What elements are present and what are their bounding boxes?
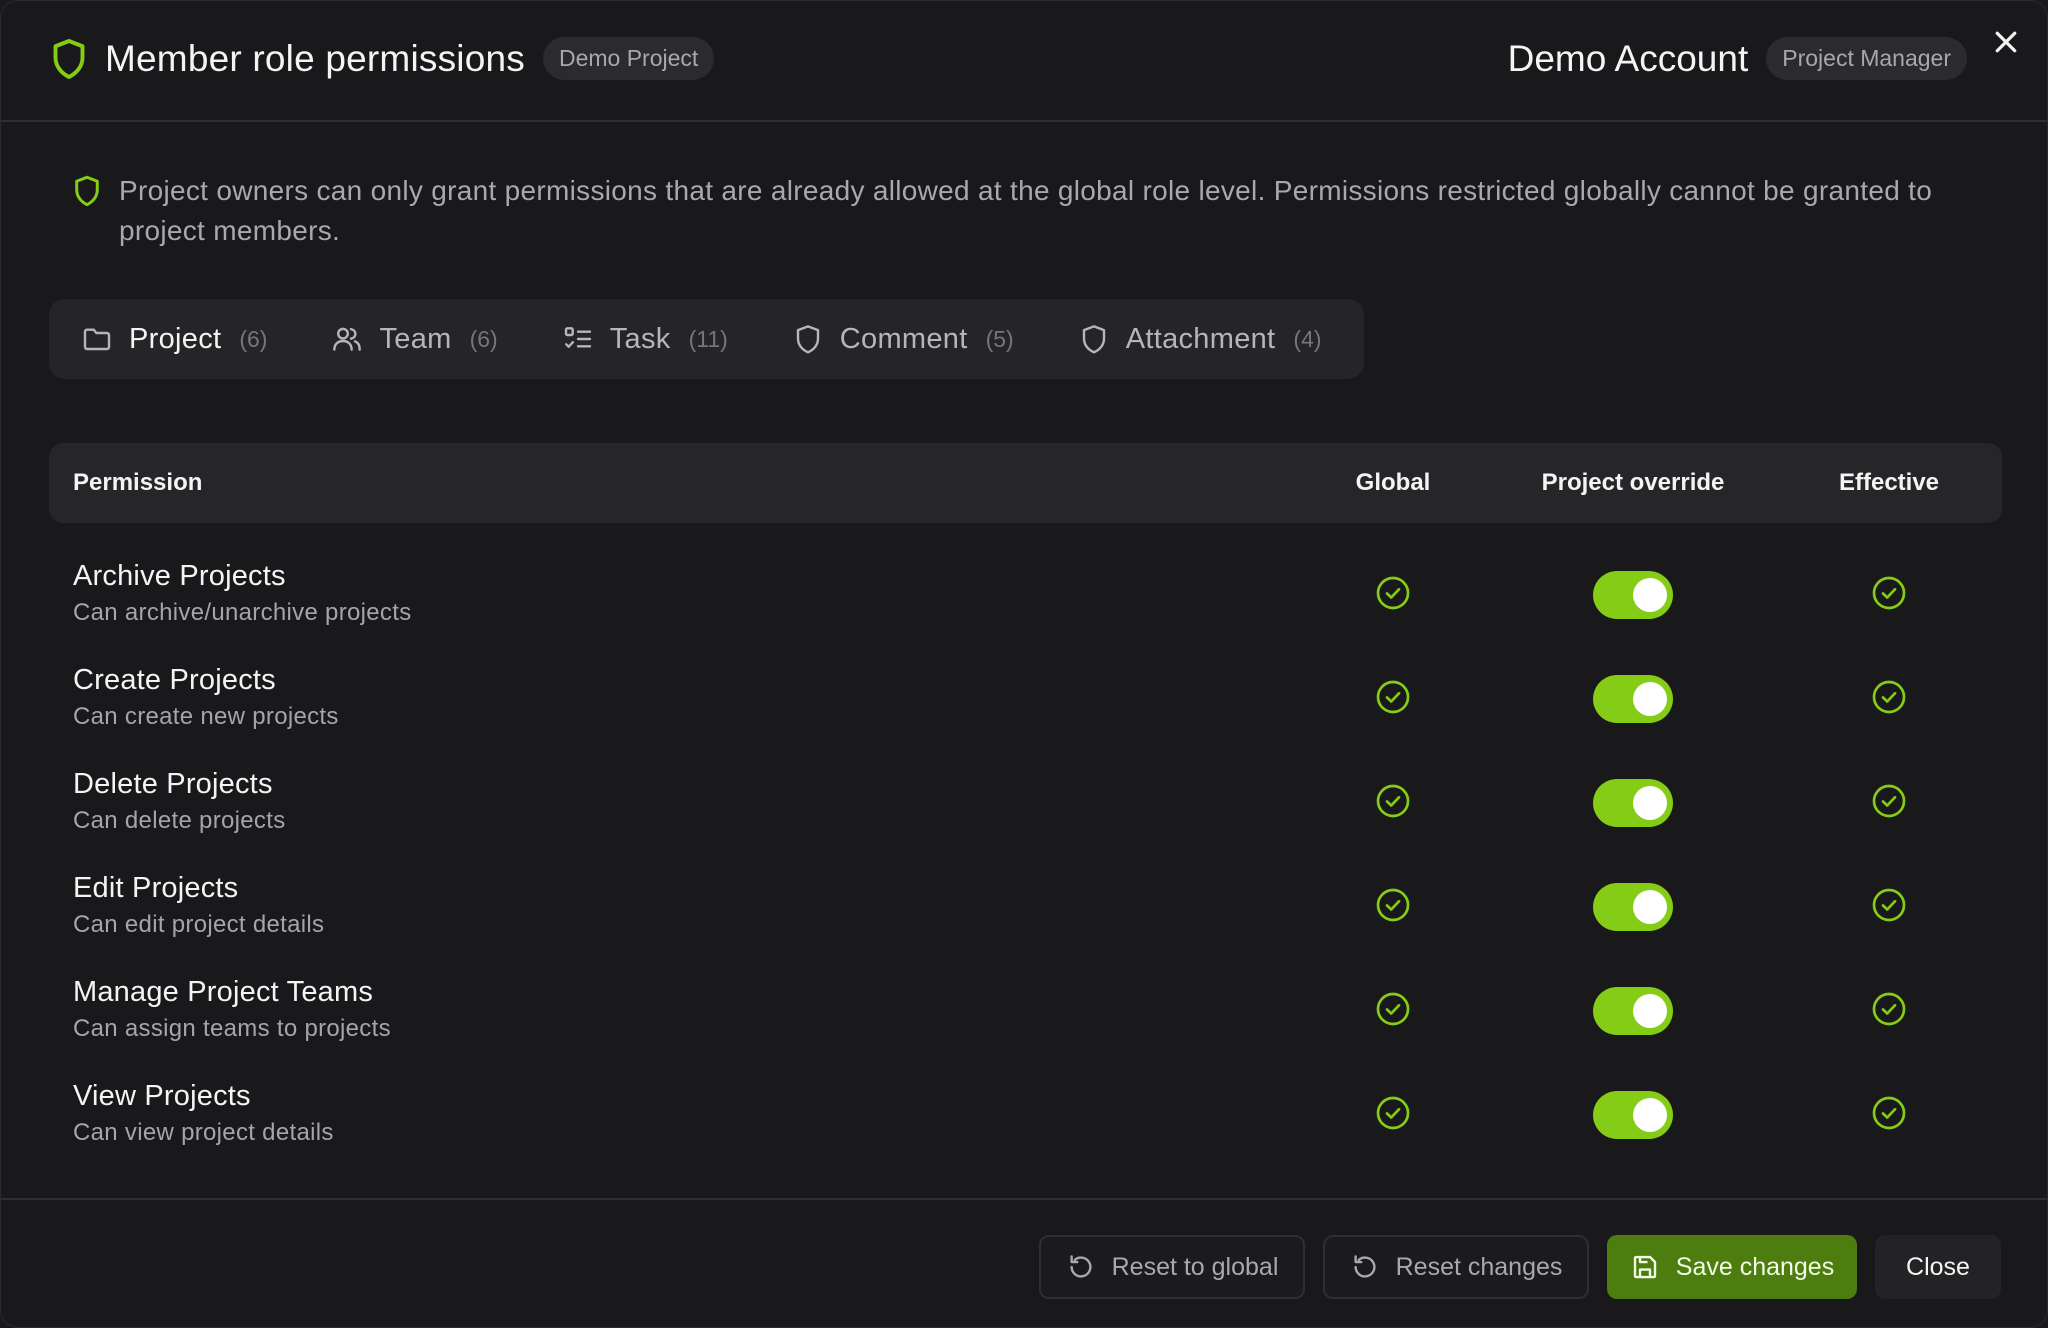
permission-description: Can delete projects <box>73 807 286 834</box>
close-label: Close <box>1906 1252 1970 1281</box>
save-changes-label: Save changes <box>1675 1252 1835 1281</box>
permission-name: Archive Projects <box>73 560 286 592</box>
effective-check-icon <box>1871 887 1907 923</box>
folder-icon <box>83 328 111 351</box>
dialog-header: Member role permissions Demo Project Dem… <box>1 1 2047 122</box>
close-button[interactable]: Close <box>1875 1235 2001 1299</box>
project-override-toggle[interactable] <box>1593 1091 1673 1139</box>
tab-label: Team <box>379 322 452 355</box>
save-changes-button[interactable]: Save changes <box>1607 1235 1857 1299</box>
effective-check-icon <box>1871 783 1907 819</box>
save-icon <box>1633 1255 1656 1279</box>
effective-check-icon <box>1871 575 1907 611</box>
project-badge: Demo Project <box>542 37 715 80</box>
table-row: Create Projects Can create new projects <box>49 645 2002 749</box>
table-header: Permission Global Project override Effec… <box>49 443 2002 523</box>
column-header-override: Project override <box>1541 469 1725 496</box>
tab-project[interactable]: Project (6) <box>81 323 267 356</box>
dialog-title: Member role permissions <box>105 37 525 79</box>
table-row: Delete Projects Can delete projects <box>49 749 2002 853</box>
permission-description: Can edit project details <box>73 911 325 938</box>
reset-changes-label: Reset changes <box>1395 1252 1563 1281</box>
info-text: Project owners can only grant permission… <box>119 175 1933 246</box>
toggle-knob <box>1633 890 1667 924</box>
toggle-knob <box>1633 786 1667 820</box>
dialog-footer: Reset to global Reset changes Save chang… <box>1 1198 2047 1327</box>
global-check-icon <box>1375 783 1411 819</box>
global-check-icon <box>1375 575 1411 611</box>
column-header-global: Global <box>1355 469 1431 496</box>
tab-count: (5) <box>985 325 1014 352</box>
tab-label: Attachment <box>1125 322 1276 355</box>
shield-icon <box>75 175 99 207</box>
tab-count: (6) <box>469 325 498 352</box>
table-row: View Projects Can view project details <box>49 1061 2002 1165</box>
table-row: Manage Project Teams Can assign teams to … <box>49 957 2002 1061</box>
shield-icon <box>796 325 819 354</box>
reset-icon <box>1354 1255 1376 1278</box>
project-override-toggle[interactable] <box>1593 571 1673 619</box>
global-check-icon <box>1375 887 1411 923</box>
header-title-group: Member role permissions Demo Project <box>51 37 715 80</box>
close-icon[interactable] <box>1991 27 2021 57</box>
tab-label: Task <box>609 322 671 355</box>
table-row: Archive Projects Can archive/unarchive pr… <box>49 541 2002 645</box>
tab-count: (4) <box>1293 325 1322 352</box>
tab-comment[interactable]: Comment (5) <box>792 323 1014 356</box>
project-override-toggle[interactable] <box>1593 987 1673 1035</box>
effective-check-icon <box>1871 1095 1907 1131</box>
permission-name: Delete Projects <box>73 768 273 800</box>
toggle-knob <box>1633 994 1667 1028</box>
permission-description: Can create new projects <box>73 703 339 730</box>
reset-icon <box>1070 1255 1092 1278</box>
permission-description: Can view project details <box>73 1119 334 1146</box>
effective-check-icon <box>1871 679 1907 715</box>
info-notice: Project owners can only grant permission… <box>73 171 1973 251</box>
permission-name: Edit Projects <box>73 872 239 904</box>
shield-icon <box>53 38 85 79</box>
permission-name: Manage Project Teams <box>73 976 374 1008</box>
shield-icon <box>1082 325 1105 354</box>
toggle-knob <box>1633 578 1667 612</box>
project-override-toggle[interactable] <box>1593 883 1673 931</box>
effective-check-icon <box>1871 991 1907 1027</box>
reset-to-global-button[interactable]: Reset to global <box>1039 1235 1305 1299</box>
project-override-toggle[interactable] <box>1593 779 1673 827</box>
checklist-icon <box>564 327 591 348</box>
account-name: Demo Account <box>1507 37 1749 79</box>
reset-to-global-label: Reset to global <box>1111 1252 1279 1281</box>
tab-label: Project <box>129 322 222 355</box>
permission-rows: Archive Projects Can archive/unarchive pr… <box>49 541 2002 1165</box>
tab-team[interactable]: Team (6) <box>331 322 498 356</box>
toggle-knob <box>1633 682 1667 716</box>
reset-changes-button[interactable]: Reset changes <box>1323 1235 1589 1299</box>
table-row: Edit Projects Can edit project details <box>49 853 2002 957</box>
role-badge: Project Manager <box>1766 37 1967 80</box>
tab-count: (11) <box>688 325 728 352</box>
toggle-knob <box>1633 1098 1667 1132</box>
tab-count: (6) <box>239 325 268 352</box>
permission-name: View Projects <box>73 1080 251 1112</box>
global-check-icon <box>1375 679 1411 715</box>
category-tabs: Project (6) Team (6) Task (11) Comment (… <box>49 299 1364 379</box>
permission-description: Can archive/unarchive projects <box>73 599 412 626</box>
column-header-permission: Permission <box>73 469 203 496</box>
global-check-icon <box>1375 1095 1411 1131</box>
permission-name: Create Projects <box>73 664 276 696</box>
project-override-toggle[interactable] <box>1593 675 1673 723</box>
tab-attachment[interactable]: Attachment (4) <box>1078 323 1322 356</box>
users-icon <box>333 327 362 351</box>
global-check-icon <box>1375 991 1411 1027</box>
header-account-group: Demo Account Project Manager <box>1508 37 1967 80</box>
permissions-dialog: Member role permissions Demo Project Dem… <box>0 0 2048 1328</box>
tab-task[interactable]: Task (11) <box>562 323 728 356</box>
tab-label: Comment <box>839 322 968 355</box>
permission-description: Can assign teams to projects <box>73 1015 391 1042</box>
column-header-effective: Effective <box>1838 469 1940 496</box>
